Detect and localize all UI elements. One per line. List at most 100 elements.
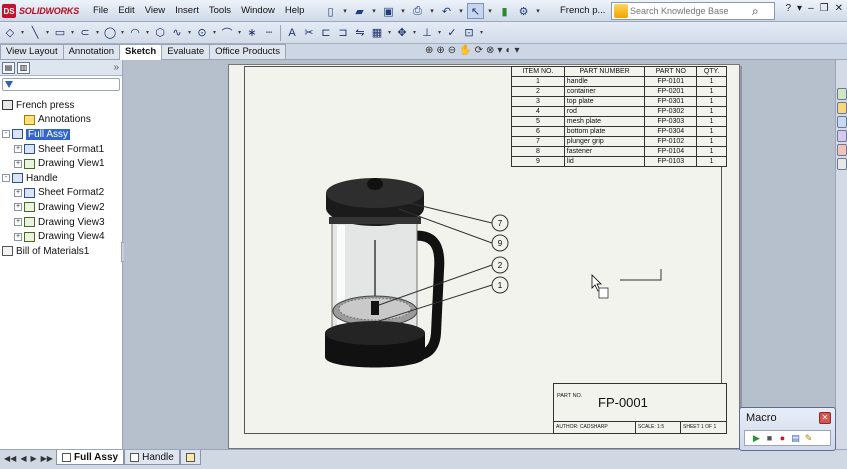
save-icon[interactable]: ▣: [380, 3, 397, 19]
table-row[interactable]: 6 bottom plate FP-0304 1: [511, 126, 727, 137]
menu-help[interactable]: Help: [280, 3, 310, 19]
menu-edit[interactable]: Edit: [113, 3, 139, 19]
feature-tree-tab-icon[interactable]: ▤: [2, 61, 15, 74]
expand-icon[interactable]: +: [14, 218, 22, 227]
mirror-icon[interactable]: ⇋: [352, 25, 368, 41]
spline-dropdown-icon[interactable]: ▾: [186, 25, 193, 41]
select-dropdown-icon[interactable]: ▾: [486, 3, 494, 19]
first-sheet-icon[interactable]: ◀◀: [4, 454, 16, 463]
appearances-icon[interactable]: [837, 144, 847, 156]
zoom-to-fit-icon[interactable]: ⊕: [425, 45, 433, 56]
undo-icon[interactable]: ↶: [438, 3, 455, 19]
options-dropdown-icon[interactable]: ▾: [534, 3, 542, 19]
circle-icon[interactable]: ◯: [102, 25, 118, 41]
quick-snaps-icon[interactable]: ⊡: [461, 25, 477, 41]
tab-evaluate[interactable]: Evaluate: [161, 44, 211, 59]
new-macro-icon[interactable]: ▤: [790, 433, 801, 444]
snaps-dropdown-icon[interactable]: ▾: [478, 25, 485, 41]
solidworks-logo[interactable]: DS SOLIDWORKS: [2, 2, 84, 20]
balloon-item-9[interactable]: 9: [491, 234, 509, 252]
stop-macro-icon[interactable]: ■: [764, 433, 775, 444]
rectangle-icon[interactable]: ▭: [52, 25, 68, 41]
text-icon[interactable]: A: [284, 25, 300, 41]
rebuild-icon[interactable]: ▮: [496, 3, 513, 19]
tree-item-french-press[interactable]: French press: [0, 98, 122, 113]
tree-item-full-assy[interactable]: - Full Assy: [0, 127, 122, 142]
sketch-line[interactable]: [620, 269, 662, 281]
macro-toolbar-window[interactable]: Macro ✕ ▶ ■ ● ▤ ✎: [739, 407, 836, 451]
menu-insert[interactable]: Insert: [170, 3, 204, 19]
convert-entities-icon[interactable]: ⊏: [318, 25, 334, 41]
pattern-dropdown-icon[interactable]: ▾: [386, 25, 393, 41]
menu-file[interactable]: File: [88, 3, 113, 19]
save-dropdown-icon[interactable]: ▾: [399, 3, 407, 19]
balloon-item-7[interactable]: 7: [491, 214, 509, 232]
repair-sketch-icon[interactable]: ✓: [444, 25, 460, 41]
restore-icon[interactable]: ❐: [820, 3, 829, 14]
point-icon[interactable]: ∗: [244, 25, 260, 41]
expand-icon[interactable]: +: [14, 232, 22, 241]
tab-office-products[interactable]: Office Products: [209, 44, 286, 59]
trim-icon[interactable]: ✂: [301, 25, 317, 41]
table-row[interactable]: 1 handle FP-0101 1: [511, 76, 727, 87]
menu-tools[interactable]: Tools: [204, 3, 236, 19]
slot-dropdown-icon[interactable]: ▾: [94, 25, 101, 41]
tab-annotation[interactable]: Annotation: [62, 44, 121, 59]
tree-item-sheet-format1[interactable]: + Sheet Format1: [0, 142, 122, 157]
ellipse-dropdown-icon[interactable]: ▾: [211, 25, 218, 41]
record-macro-icon[interactable]: ●: [777, 433, 788, 444]
solidworks-resources-icon[interactable]: [837, 88, 847, 100]
balloon-item-2[interactable]: 2: [491, 256, 509, 274]
view-settings-icon[interactable]: ⊗: [486, 45, 494, 56]
tab-view-layout[interactable]: View Layout: [0, 44, 64, 59]
knowledge-base-search[interactable]: ⌕: [611, 2, 775, 20]
bill-of-materials-table[interactable]: ITEM NO. PART NUMBER PART NO QTY. 1 handle FP…: [511, 66, 727, 167]
expand-icon[interactable]: +: [14, 145, 22, 154]
spline-icon[interactable]: ∿: [169, 25, 185, 41]
last-sheet-icon[interactable]: ▶▶: [41, 454, 53, 463]
move-dropdown-icon[interactable]: ▾: [411, 25, 418, 41]
smart-dimension-icon[interactable]: ◇: [2, 25, 18, 41]
centerline-icon[interactable]: ┄: [261, 25, 277, 41]
polygon-icon[interactable]: ⬡: [152, 25, 168, 41]
select-arrow-icon[interactable]: ↖: [467, 3, 484, 19]
options-icon[interactable]: ⚙: [515, 3, 532, 19]
zoom-to-area-icon[interactable]: ⊕: [436, 45, 444, 56]
line-icon[interactable]: ╲: [27, 25, 43, 41]
close-icon[interactable]: ✕: [819, 412, 831, 424]
rotate-icon[interactable]: ⟳: [475, 45, 483, 56]
menu-window[interactable]: Window: [236, 3, 280, 19]
rectangle-dropdown-icon[interactable]: ▾: [69, 25, 76, 41]
title-block[interactable]: PART NO. FP-0001 AUTHOR: CADSHARP SCALE:…: [553, 383, 727, 434]
line-dropdown-icon[interactable]: ▾: [44, 25, 51, 41]
minimize-icon[interactable]: –: [808, 3, 814, 14]
tree-item-handle[interactable]: - Handle: [0, 171, 122, 186]
arc-icon[interactable]: ◠: [127, 25, 143, 41]
run-macro-icon[interactable]: ▶: [751, 433, 762, 444]
circle-dropdown-icon[interactable]: ▾: [119, 25, 126, 41]
file-explorer-icon[interactable]: [837, 116, 847, 128]
tree-item-drawing-view1[interactable]: + Drawing View1: [0, 156, 122, 171]
close-icon[interactable]: ✕: [835, 3, 843, 14]
table-row[interactable]: 3 top plate FP-0301 1: [511, 96, 727, 107]
menu-view[interactable]: View: [140, 3, 170, 19]
previous-sheet-icon[interactable]: ◀: [20, 454, 26, 463]
new-dropdown-icon[interactable]: ▾: [341, 3, 349, 19]
hide-show-dropdown-icon[interactable]: ▾: [514, 45, 519, 56]
open-folder-icon[interactable]: ▰: [351, 3, 368, 19]
table-row[interactable]: 9 lid FP-0103 1: [511, 156, 727, 167]
graphics-area[interactable]: 7 9 2 1 ITEM NO. PART NUMBER PART NO QTY…: [124, 60, 835, 449]
slot-icon[interactable]: ⊂: [77, 25, 93, 41]
ellipse-icon[interactable]: ⊙: [194, 25, 210, 41]
table-row[interactable]: 2 container FP-0201 1: [511, 86, 727, 97]
table-row[interactable]: 7 plunger grip FP-0102 1: [511, 136, 727, 147]
sheet-tab-handle[interactable]: Handle: [124, 450, 180, 465]
offset-entities-icon[interactable]: ⊐: [335, 25, 351, 41]
print-dropdown-icon[interactable]: ▾: [428, 3, 436, 19]
dimension-dropdown-icon[interactable]: ▾: [19, 25, 26, 41]
tree-item-bill-of-materials1[interactable]: Bill of Materials1: [0, 244, 122, 259]
search-icon[interactable]: ⌕: [752, 4, 759, 19]
expand-icon[interactable]: +: [14, 159, 22, 168]
relations-dropdown-icon[interactable]: ▾: [436, 25, 443, 41]
expand-panel-icon[interactable]: »: [113, 62, 119, 73]
